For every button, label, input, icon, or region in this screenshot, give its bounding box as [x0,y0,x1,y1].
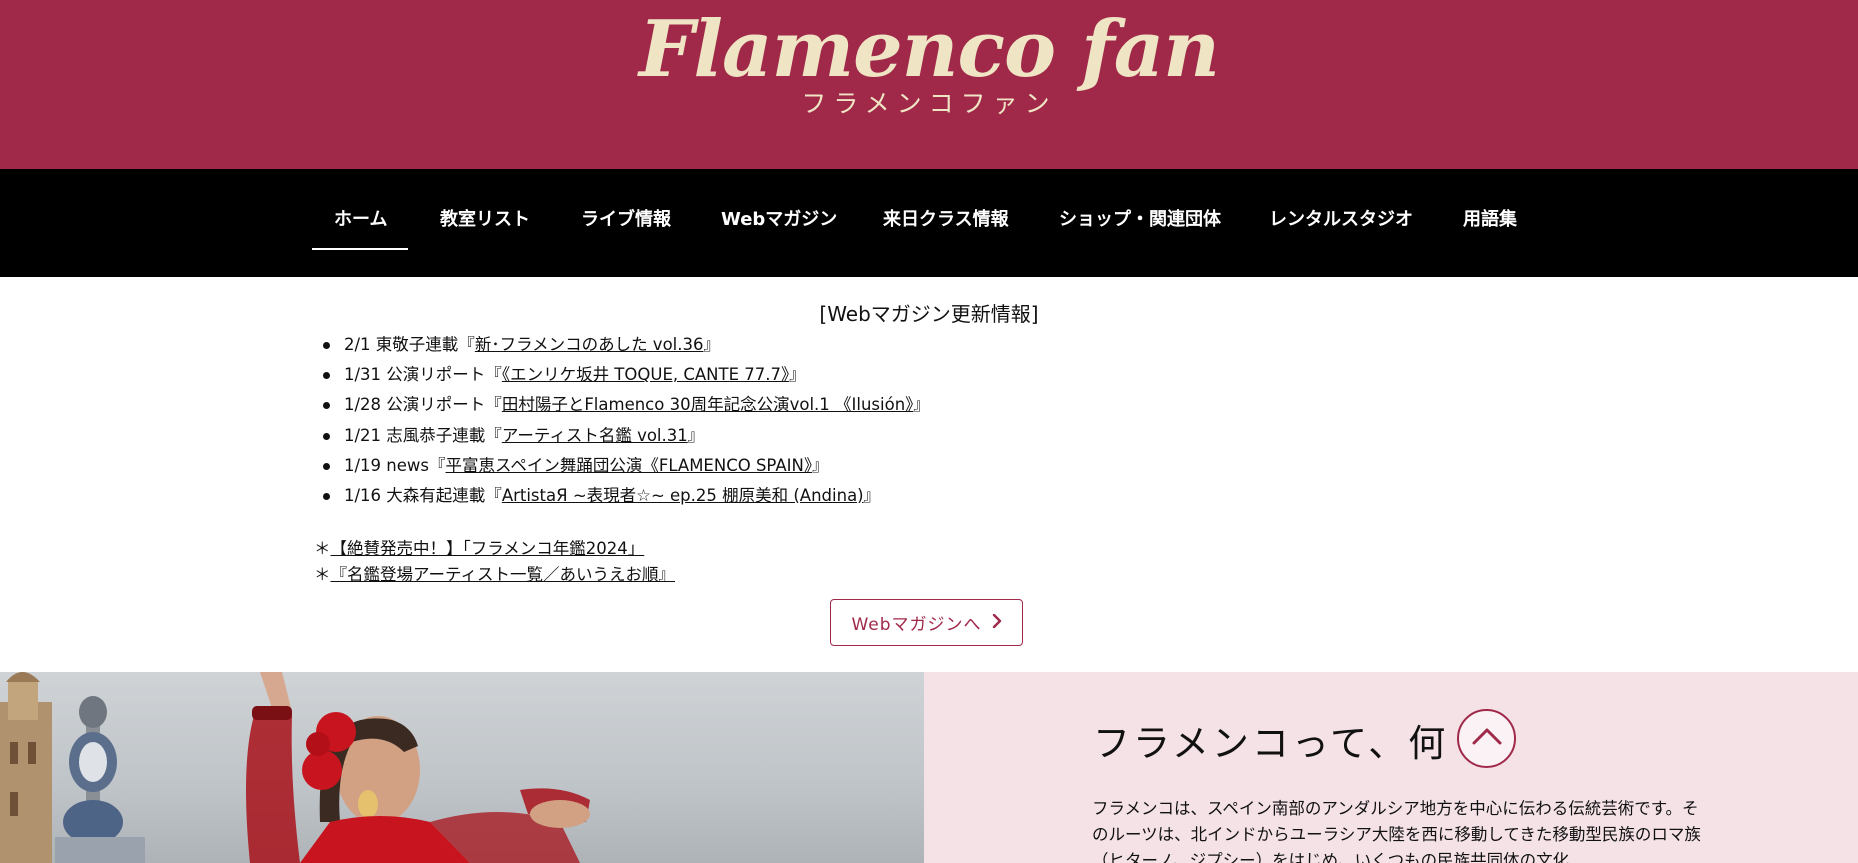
logo-subtitle: フラメンコファン [801,89,1057,118]
updates-list: 2/1 東敬子連載『新･フラメンコのあした vol.36』 1/31 公演リポー… [320,332,930,513]
web-magazine-button[interactable]: Webマガジンへ [830,599,1023,646]
chevron-right-icon [992,613,1002,633]
star-mark: ＊ [314,539,331,558]
update-prefix: 1/19 news『 [344,455,446,475]
logo-title[interactable]: Flamenco fan [0,2,1858,98]
update-prefix: 1/16 大森有起連載『 [344,485,502,505]
update-suffix: 』 [687,425,705,445]
list-item: 1/16 大森有起連載『ArtistaЯ ~表現者☆~ ep.25 棚原美和 (… [320,483,930,513]
update-link[interactable]: アーティスト名鑑 vol.31 [502,426,688,445]
nav-item-home[interactable]: ホーム [334,207,387,233]
update-suffix: 』 [913,395,930,415]
update-suffix: 』 [812,455,829,475]
update-prefix: 1/21 志風恭子連載『 [344,425,502,445]
nav-item-school-list[interactable]: 教室リスト [440,207,530,233]
yearbook-link[interactable]: 【絶賛発売中！】「フラメンコ年鑑2024」 [331,539,645,558]
star-mark: ＊ [314,565,331,584]
web-magazine-button-label: Webマガジンへ [851,615,982,635]
update-link[interactable]: 《エンリケ坂井 TOQUE, CANTE 77.7》 [502,365,789,384]
about-text: フラメンコは、スペイン南部のアンダルシア地方を中心に伝わる伝統芸術です。そのルー… [1092,799,1701,863]
update-link[interactable]: 平富恵スペイン舞踊団公演《FLAMENCO SPAIN》 [446,456,813,475]
yearbook-link-line: ＊【絶賛発売中！】「フラメンコ年鑑2024」 [314,537,644,561]
list-item: 1/31 公演リポート『《エンリケ坂井 TOQUE, CANTE 77.7》』 [320,362,930,392]
nav-item-live-info[interactable]: ライブ情報 [581,207,671,233]
main-nav: ホーム 教室リスト ライブ情報 Webマガジン 来日クラス情報 ショップ・関連団… [0,169,1858,277]
update-prefix: 1/31 公演リポート『 [344,365,502,385]
list-item: 1/28 公演リポート『田村陽子とFlamenco 30周年記念公演vol.1 … [320,392,930,422]
flamenco-dancer-photo [0,672,924,863]
list-item: 1/21 志風恭子連載『アーティスト名鑑 vol.31』 [320,423,930,453]
update-prefix: 2/1 東敬子連載『 [344,335,475,354]
dancer-illustration [0,672,590,863]
update-suffix: 』 [863,485,881,505]
update-link[interactable]: 新･フラメンコのあした vol.36 [475,335,704,354]
update-suffix: 』 [789,365,806,385]
nav-item-glossary[interactable]: 用語集 [1463,207,1517,233]
nav-item-rental-studio[interactable]: レンタルスタジオ [1269,207,1413,233]
artist-index-link-line: ＊『名鑑登場アーティスト一覧／あいうえお順』 [314,563,675,587]
artist-index-link[interactable]: 『名鑑登場アーティスト一覧／あいうえお順』 [331,565,676,584]
list-item: 2/1 東敬子連載『新･フラメンコのあした vol.36』 [320,332,930,362]
update-suffix: 』 [703,335,721,354]
site-header: Flamenco fan フラメンコファン [0,0,1858,169]
nav-item-shops[interactable]: ショップ・関連団体 [1059,207,1221,233]
nav-item-visiting-classes[interactable]: 来日クラス情報 [883,207,1009,233]
list-item: 1/19 news『平富恵スペイン舞踊団公演《FLAMENCO SPAIN》』 [320,453,930,483]
update-link[interactable]: 田村陽子とFlamenco 30周年記念公演vol.1 《Ilusión》 [502,395,914,414]
chevron-up-icon [1471,725,1503,751]
scroll-to-top-button[interactable] [1457,709,1516,768]
nav-item-web-magazine[interactable]: Webマガジン [721,207,837,233]
about-title: フラメンコって、何 [1093,722,1449,765]
update-prefix: 1/28 公演リポート『 [344,395,502,415]
nav-active-indicator [312,248,408,250]
update-link[interactable]: ArtistaЯ ~表現者☆~ ep.25 棚原美和 (Andina) [502,486,864,505]
updates-heading: [Webマガジン更新情報] [819,302,1039,326]
